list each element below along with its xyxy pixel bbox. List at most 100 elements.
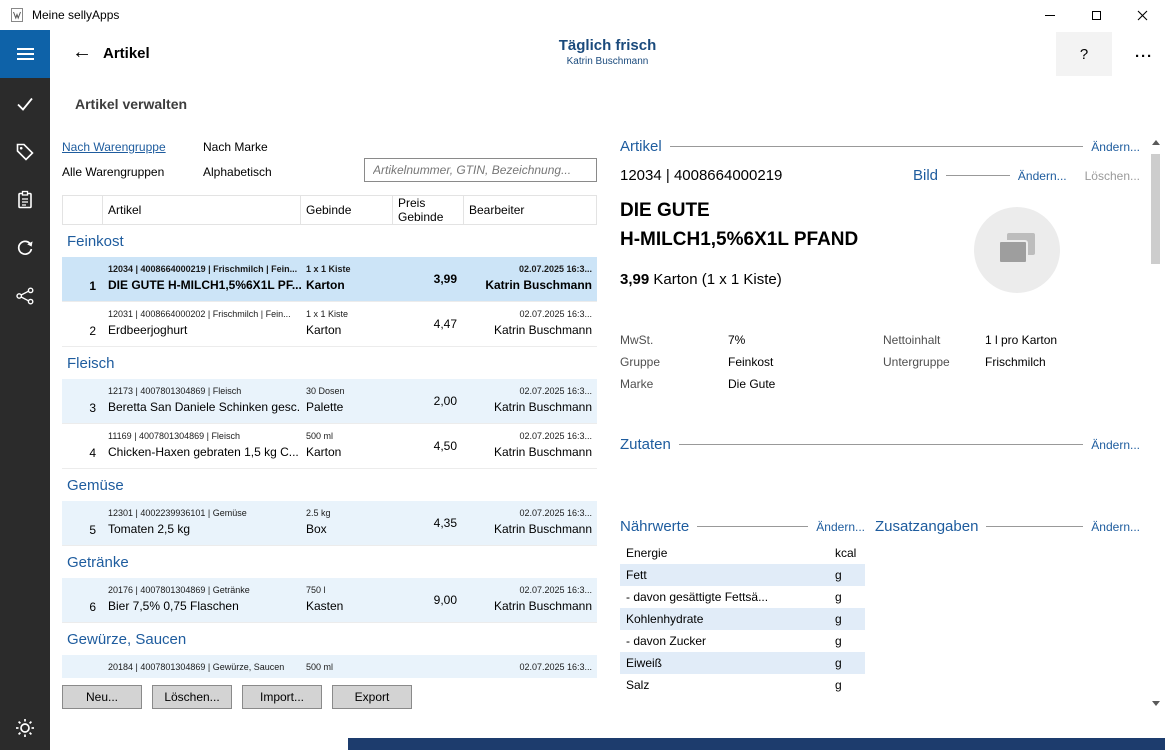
table-row[interactable]: 3 12173 | 4007801304869 | Fleisch Berett…: [62, 379, 597, 424]
nutrient-name: - davon Zucker: [620, 634, 835, 648]
edit-date: 02.07.2025 16:3...: [464, 585, 592, 595]
cell-gebinde: 1 x 1 Kiste Karton: [301, 302, 393, 346]
column-header-gebinde[interactable]: Gebinde: [301, 196, 393, 224]
page-title: Artikel: [103, 45, 150, 62]
filter-alle-warengruppen[interactable]: Alle Warengruppen: [62, 165, 164, 179]
sidebar-item-articles[interactable]: [13, 188, 37, 211]
window-title: Meine sellyApps: [32, 8, 119, 22]
change-zusatzangaben-link[interactable]: Ändern...: [1091, 520, 1140, 534]
help-button[interactable]: ?: [1056, 32, 1112, 76]
column-header-artikel[interactable]: Artikel: [103, 196, 301, 224]
image-placeholder-icon: [995, 231, 1039, 269]
section-artikel-label: Artikel: [620, 138, 662, 155]
table-row[interactable]: 5 12301 | 4002239936101 | Gemüse Tomaten…: [62, 501, 597, 546]
filter-alphabetisch[interactable]: Alphabetisch: [203, 165, 272, 179]
change-bild-link[interactable]: Ändern...: [1018, 169, 1067, 183]
group-header[interactable]: Getränke: [62, 546, 597, 578]
row-number: 4: [62, 424, 103, 468]
edit-date: 02.07.2025 16:3...: [464, 264, 592, 274]
cell-gebinde: 500 ml Karton: [301, 424, 393, 468]
row-number: 3: [62, 379, 103, 423]
table-row[interactable]: 4 11169 | 4007801304869 | Fleisch Chicke…: [62, 424, 597, 469]
menu-button[interactable]: [0, 30, 50, 78]
change-naehrwerte-link[interactable]: Ändern...: [816, 520, 865, 534]
scrollbar-thumb[interactable]: [1151, 154, 1160, 264]
cell-preis: 4,35: [393, 501, 464, 545]
filter-by-marke[interactable]: Nach Marke: [203, 140, 268, 154]
gebinde-name: Karton: [306, 445, 393, 459]
article-name-line2: H-MILCH1,5%6X1L PFAND: [620, 225, 965, 254]
filter-by-warengruppe[interactable]: Nach Warengruppe: [62, 140, 166, 154]
table-row[interactable]: 6 20176 | 4007801304869 | Getränke Bier …: [62, 578, 597, 623]
change-artikel-link[interactable]: Ändern...: [1091, 140, 1140, 154]
artikel-meta: 12301 | 4002239936101 | Gemüse: [108, 508, 301, 518]
cell-bearbeiter: 02.07.2025 16:3... Katrin Buschmann: [464, 424, 597, 468]
gebinde-meta: 500 ml: [306, 662, 393, 672]
article-info-grid: MwSt. 7% Nettoinhalt 1 l pro Karton Grup…: [620, 329, 1140, 395]
column-header-preis[interactable]: Preis Gebinde: [393, 196, 464, 224]
price-unit: Karton (1 x 1 Kiste): [653, 271, 781, 288]
artikel-name: Chicken-Haxen gebraten 1,5 kg C...: [108, 445, 301, 459]
vertical-scrollbar[interactable]: [1149, 138, 1162, 708]
nutrition-row: Salz g: [620, 674, 865, 696]
article-image-placeholder: [974, 207, 1060, 293]
back-button[interactable]: ←: [72, 41, 92, 63]
info-value: Feinkost: [728, 355, 883, 369]
artikel-id-row: 12034 | 4008664000219 Bild Ändern... Lös…: [620, 167, 1140, 184]
group-header[interactable]: Gemüse: [62, 469, 597, 501]
gebinde-meta: 1 x 1 Kiste: [306, 309, 393, 319]
sidebar-item-tags[interactable]: [13, 140, 37, 163]
cell-preis: [393, 655, 464, 678]
info-value: 1 l pro Karton: [985, 333, 1140, 347]
user-name: Katrin Buschmann: [50, 56, 1165, 67]
section-divider-line: [697, 526, 808, 527]
more-button[interactable]: ···: [1135, 48, 1153, 65]
cell-artikel: 20184 | 4007801304869 | Gewürze, Saucen: [103, 655, 301, 678]
article-name-line1: DIE GUTE: [620, 196, 965, 225]
scroll-down-arrow-icon[interactable]: [1152, 701, 1160, 706]
cell-bearbeiter: 02.07.2025 16:3... Katrin Buschmann: [464, 578, 597, 622]
section-divider-line: [946, 175, 1010, 176]
cell-bearbeiter: 02.07.2025 16:3... Katrin Buschmann: [464, 379, 597, 423]
section-naehrwerte-label: Nährwerte: [620, 518, 689, 535]
article-list-body: Feinkost 1 12034 | 4008664000219 | Frisc…: [62, 225, 597, 678]
edit-date: 02.07.2025 16:3...: [464, 431, 592, 441]
close-button[interactable]: [1119, 0, 1165, 30]
article-name: DIE GUTE H-MILCH1,5%6X1L PFAND: [620, 196, 965, 254]
search-input[interactable]: [364, 158, 597, 182]
column-header-bearbeiter[interactable]: Bearbeiter: [464, 196, 596, 224]
maximize-button[interactable]: [1073, 0, 1119, 30]
share-network-icon: [15, 286, 35, 306]
row-number: 5: [62, 501, 103, 545]
row-number: 1: [62, 257, 103, 301]
nutrient-unit: g: [835, 612, 865, 626]
section-zusatzangaben-label: Zusatzangaben: [875, 518, 978, 535]
sidebar-item-tasks[interactable]: [13, 92, 37, 115]
section-divider-line: [986, 526, 1083, 527]
table-row[interactable]: 1 12034 | 4008664000219 | Frischmilch | …: [62, 257, 597, 302]
window-controls: [1027, 0, 1165, 30]
table-row[interactable]: 7 20184 | 4007801304869 | Gewürze, Sauce…: [62, 655, 597, 678]
nutrition-row: Energie kcal: [620, 542, 865, 564]
delete-button[interactable]: Löschen...: [152, 685, 232, 709]
table-row[interactable]: 2 12031 | 4008664000202 | Frischmilch | …: [62, 302, 597, 347]
delete-bild-link[interactable]: Löschen...: [1085, 169, 1140, 183]
change-zutaten-link[interactable]: Ändern...: [1091, 438, 1140, 452]
artikel-name: Bier 7,5% 0,75 Flaschen: [108, 599, 301, 613]
cell-preis: 4,50: [393, 424, 464, 468]
section-divider-line: [670, 146, 1084, 147]
group-header[interactable]: Fleisch: [62, 347, 597, 379]
group-header[interactable]: Gewürze, Saucen: [62, 623, 597, 655]
section-naehrwerte-zusatzangaben: Nährwerte Ändern... Zusatzangaben Ändern…: [620, 518, 1140, 535]
sidebar-item-sync[interactable]: [13, 236, 37, 259]
sidebar-item-share[interactable]: [13, 284, 37, 307]
group-header[interactable]: Feinkost: [62, 225, 597, 257]
sidebar-item-settings[interactable]: [13, 716, 37, 739]
minimize-button[interactable]: [1027, 0, 1073, 30]
import-button[interactable]: Import...: [242, 685, 322, 709]
edit-date: 02.07.2025 16:3...: [464, 662, 592, 672]
export-button[interactable]: Export: [332, 685, 412, 709]
close-icon: [1137, 10, 1148, 21]
new-button[interactable]: Neu...: [62, 685, 142, 709]
scroll-up-arrow-icon[interactable]: [1152, 140, 1160, 145]
